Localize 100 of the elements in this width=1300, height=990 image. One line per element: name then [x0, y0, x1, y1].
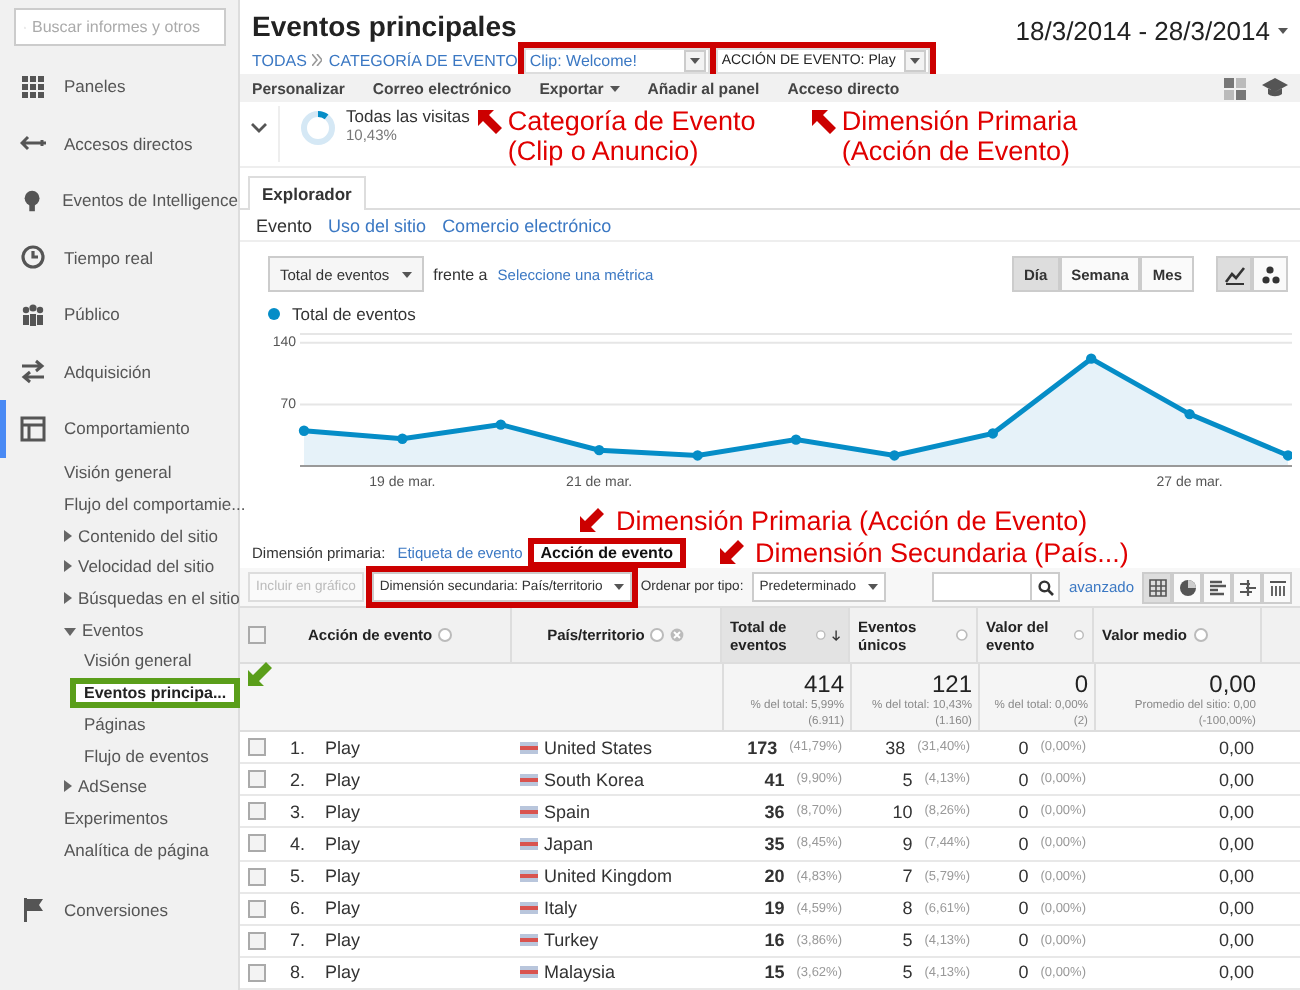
sidebar-item[interactable]: Contenido del sitio [78, 525, 218, 546]
versus-label: frente a [433, 265, 488, 284]
row-number: 1. [290, 737, 306, 758]
sidebar-item[interactable]: Eventos [82, 619, 144, 640]
table-cell: Play [325, 962, 361, 983]
legend-label: Total de eventos [292, 304, 416, 325]
table-cell: 9 [902, 833, 913, 854]
table-cell[interactable]: Japan [544, 833, 594, 854]
nav-item[interactable]: Comportamiento [0, 400, 238, 457]
nav-item[interactable]: Público [0, 286, 238, 343]
tab[interactable]: Explorador [248, 176, 366, 211]
table-cell: 0 [1018, 801, 1029, 822]
total-value: 0,00 [1209, 670, 1256, 699]
sidebar-item[interactable]: AdSense [78, 776, 147, 797]
annotation-text: Dimensión Primaria (Acción de Evento) [616, 505, 1088, 536]
sidebar-item[interactable]: Búsquedas en el sitio [78, 588, 240, 609]
table-cell: Play [325, 930, 361, 951]
table-cell: 0,00 [1218, 962, 1254, 983]
table-cell: 0 [1018, 769, 1029, 790]
page-title: Eventos principales [252, 10, 519, 42]
annotation-text: Dimensión Primaria (Acción de Evento) [841, 106, 1080, 167]
table-cell: Play [325, 737, 361, 758]
segment-name[interactable]: Todas las visitas [346, 106, 470, 127]
sidebar-item[interactable]: Páginas [84, 713, 146, 734]
search-field[interactable]: Buscar informes y otros [14, 8, 226, 46]
row-number: 4. [290, 833, 306, 854]
total-value: 414 [803, 670, 844, 699]
metric-group-tab[interactable]: Evento [256, 215, 313, 236]
table-cell[interactable]: Italy [544, 898, 578, 919]
table-cell: 16 [764, 930, 785, 951]
table-cell: 0,00 [1218, 898, 1254, 919]
nav-item[interactable]: Accesos directos [0, 115, 238, 172]
annotation-text: Dimensión Secundaria (País...) [755, 537, 1129, 568]
table-cell[interactable]: United Kingdom [544, 866, 673, 887]
table-cell: 0 [1018, 866, 1029, 887]
table-cell: 173 [747, 737, 778, 758]
date-range-picker[interactable]: 18/3/2014 - 28/3/2014 [1015, 12, 1288, 48]
table-cell: 0,00 [1218, 866, 1254, 887]
nav-item[interactable]: Eventos de Intelligence [0, 172, 238, 229]
table-cell: 10 [892, 801, 913, 822]
table-cell: 5 [902, 769, 913, 790]
table-cell: 5 [902, 930, 913, 951]
table-cell: 0 [1018, 962, 1029, 983]
table-cell: 8 [902, 898, 913, 919]
table-cell: 0,00 [1218, 833, 1254, 854]
table-cell[interactable]: South Korea [544, 769, 645, 790]
table-cell: 0,00 [1218, 930, 1254, 951]
sidebar-item[interactable]: Velocidad del sitio [78, 556, 215, 577]
table-cell: 0 [1018, 737, 1029, 758]
row-number: 8. [290, 962, 306, 983]
table-cell: Play [325, 898, 361, 919]
table-cell: Play [325, 801, 361, 822]
row-number: 7. [290, 930, 306, 951]
row-number: 2. [290, 769, 306, 790]
nav-item[interactable]: Paneles [0, 58, 238, 115]
table-cell[interactable]: Turkey [544, 930, 599, 951]
dimension-option[interactable]: Acción de evento [534, 543, 679, 562]
sidebar-item[interactable]: Experimentos [64, 807, 168, 828]
table-cell[interactable]: Malaysia [544, 962, 616, 983]
breadcrumb-link[interactable]: TODAS [252, 51, 307, 69]
breadcrumb-dropdown[interactable]: Clip: Welcome! [523, 47, 710, 73]
nav-item[interactable]: Tiempo real [0, 229, 238, 286]
table-cell: Play [325, 769, 361, 790]
table-cell: 0,00 [1218, 801, 1254, 822]
table-cell: 38 [885, 737, 906, 758]
table-cell: 36 [764, 801, 785, 822]
total-value: 0 [1074, 670, 1088, 699]
table-cell: 0 [1018, 898, 1029, 919]
table-cell: 19 [764, 898, 785, 919]
table-cell: 41 [764, 769, 785, 790]
table-cell: Play [325, 866, 361, 887]
row-number: 3. [290, 801, 306, 822]
table-cell: 0 [1018, 833, 1029, 854]
table-cell: 5 [902, 962, 913, 983]
table-cell: Play [325, 833, 361, 854]
table-cell: 0,00 [1218, 769, 1254, 790]
sidebar-item[interactable]: Flujo de eventos [84, 745, 209, 766]
table-cell: 7 [902, 866, 913, 887]
metric-group-tab[interactable]: Uso del sitio [328, 215, 427, 236]
sidebar-item[interactable]: Flujo del comportamie... [64, 494, 246, 515]
dropdown-value: Clip: Welcome! [529, 51, 637, 69]
table-cell[interactable]: Spain [544, 801, 591, 822]
metric-group-tab[interactable]: Comercio electrónico [442, 215, 612, 236]
table-cell: 0,00 [1218, 737, 1254, 758]
breadcrumb-link[interactable]: CATEGORÍA DE EVENTO [328, 51, 518, 69]
total-value: 121 [931, 670, 972, 699]
row-number: 5. [290, 866, 306, 887]
table-cell: 35 [764, 833, 785, 854]
sidebar-item[interactable]: Visión general [84, 650, 192, 671]
table-cell: 0 [1018, 930, 1029, 951]
sidebar-item[interactable]: Analítica de página [64, 839, 209, 860]
row-number: 6. [290, 898, 306, 919]
nav-item[interactable]: Conversiones [0, 880, 238, 938]
annotation-text: Categoría de Evento (Clip o Anuncio) [507, 106, 758, 167]
table-cell: 20 [764, 866, 785, 887]
table-cell: 15 [764, 962, 785, 983]
table-cell[interactable]: United States [544, 737, 653, 758]
sidebar-item[interactable]: Visión general [64, 462, 172, 483]
sidebar-item[interactable]: Eventos principa... [76, 683, 235, 702]
nav-item[interactable]: Adquisición [0, 343, 238, 400]
